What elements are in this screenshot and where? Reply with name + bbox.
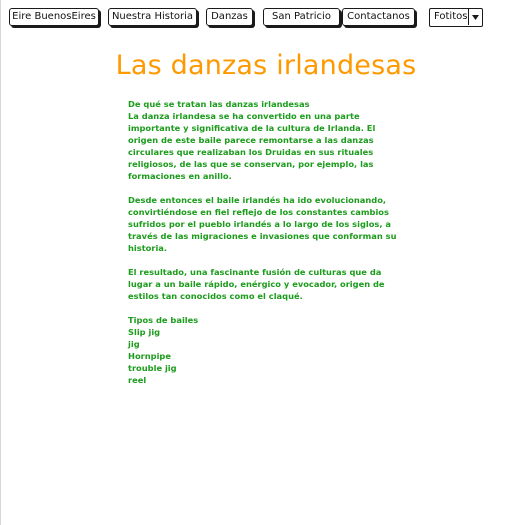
chevron-down-icon — [472, 15, 479, 20]
evolution-paragraph: Desde entonces el baile irlandés ha ido … — [128, 194, 396, 254]
text-line: lugar a un baile rápido, enérgico y evoc… — [128, 279, 385, 289]
list-item: trouble jig — [128, 363, 177, 373]
text-line: importante y significativa de la cultura… — [128, 123, 376, 133]
section-heading: De qué se tratan las danzas irlandesas — [128, 99, 310, 109]
nav-button-nuestra-historia[interactable]: Nuestra Historia — [108, 8, 197, 26]
nav-button-san-patricio[interactable]: San Patricio — [263, 8, 340, 26]
list-item: Slip jig — [128, 327, 161, 337]
text-line: través de las migraciones e invasiones q… — [128, 231, 397, 241]
nav-button-eire-buenoseires[interactable]: Eire BuenosEires — [9, 8, 99, 26]
list-item: jig — [128, 339, 140, 349]
dropdown-selected-value: Fotitos — [434, 11, 468, 22]
text-line: religiosos, de las que se conservan, por… — [128, 159, 374, 169]
text-line: La danza irlandesa se ha convertido en u… — [128, 111, 360, 121]
dance-types-list: Slip jig jig Hornpipe trouble jig reel — [128, 326, 396, 386]
text-line: origen de este baile parece remontarse a… — [128, 135, 374, 145]
text-line: circulares que realizaban los Druidas en… — [128, 147, 374, 157]
dance-types-section: Tipos de bailes Slip jig jig Hornpipe tr… — [128, 314, 396, 386]
text-line: Desde entonces el baile irlandés ha ido … — [128, 195, 387, 205]
intro-paragraph: De qué se tratan las danzas irlandesas L… — [128, 98, 396, 182]
list-item: reel — [128, 375, 147, 385]
text-line: formaciones en anillo. — [128, 171, 232, 181]
main-content: De qué se tratan las danzas irlandesas L… — [128, 98, 396, 386]
result-paragraph: El resultado, una fascinante fusión de c… — [128, 266, 396, 302]
nav-button-contactanos[interactable]: Contactanos — [342, 8, 415, 26]
fotitos-dropdown[interactable]: Fotitos — [429, 8, 483, 27]
text-line: historia. — [128, 243, 168, 253]
text-line: estilos tan conocidos como el claqué. — [128, 291, 303, 301]
nav-button-danzas[interactable]: Danzas — [206, 8, 253, 26]
list-item: Hornpipe — [128, 351, 171, 361]
dropdown-arrow-button[interactable] — [468, 9, 482, 25]
text-line: sufridos por el pueblo irlandés a lo lar… — [128, 219, 392, 229]
dance-types-heading: Tipos de bailes — [128, 315, 199, 325]
text-line: convirtiéndose en fiel reflejo de los co… — [128, 207, 389, 217]
text-line: El resultado, una fascinante fusión de c… — [128, 267, 382, 277]
page-title: Las danzas irlandesas — [115, 50, 417, 81]
